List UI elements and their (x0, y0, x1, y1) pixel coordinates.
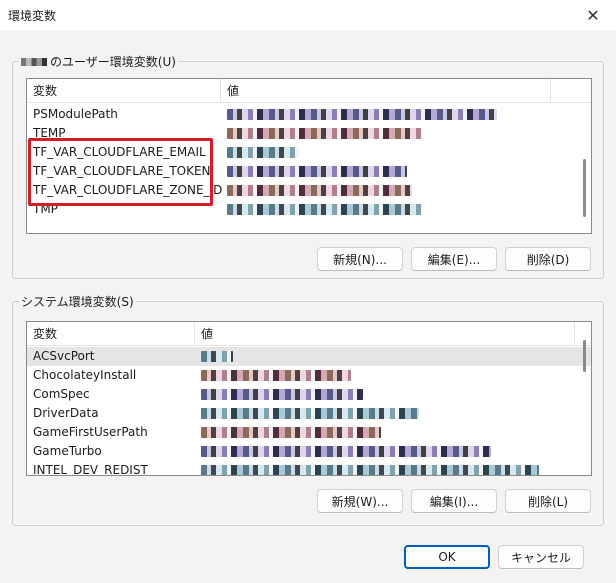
system-variables-list[interactable]: 変数 値 ACSvcPort ChocolateyInstall ComSpec… (26, 321, 592, 476)
close-icon: ✕ (586, 5, 600, 25)
system-delete-button[interactable]: 削除(L) (505, 489, 591, 513)
variable-value-redacted (201, 446, 491, 457)
user-variables-label-text: のユーザー環境変数(U) (50, 55, 176, 69)
user-list-scrollbar[interactable] (577, 79, 591, 233)
variable-name: GameTurbo (33, 444, 102, 458)
variable-name: ComSpec (33, 387, 90, 401)
variable-value-redacted (201, 351, 233, 362)
ok-button[interactable]: OK (404, 545, 490, 569)
list-item[interactable]: GameFirstUserPath (27, 423, 591, 442)
variable-name: ChocolateyInstall (33, 368, 137, 382)
variable-name: GameFirstUserPath (33, 425, 148, 439)
user-column-header-value[interactable]: 値 (221, 79, 551, 103)
username-redacted (21, 57, 47, 66)
system-column-header-value[interactable]: 値 (195, 322, 575, 346)
system-list-scrollbar[interactable] (577, 322, 591, 475)
user-new-button[interactable]: 新規(N)... (317, 247, 403, 271)
system-list-scroll-thumb[interactable] (583, 340, 586, 372)
window-title: 環境変数 (8, 8, 57, 23)
user-edit-button[interactable]: 編集(E)... (411, 247, 497, 271)
variable-value-redacted (201, 427, 381, 438)
variable-value-redacted (201, 408, 419, 419)
user-list-scroll-thumb[interactable] (583, 159, 586, 217)
variable-name: PSModulePath (33, 107, 118, 121)
system-column-header-variable[interactable]: 変数 (27, 322, 195, 346)
user-delete-button[interactable]: 削除(D) (505, 247, 591, 271)
list-item[interactable]: ComSpec (27, 385, 591, 404)
system-list-header: 変数 値 (27, 322, 591, 346)
variable-name: INTEL_DEV_REDIST (33, 463, 148, 476)
user-variables-group: のユーザー環境変数(U) 変数 値 PSModulePath TEMP TF_V… (12, 53, 604, 279)
list-item[interactable]: DriverData (27, 404, 591, 423)
variable-value-redacted (201, 370, 351, 381)
variable-name: ACSvcPort (33, 349, 95, 363)
system-new-button[interactable]: 新規(W)... (317, 489, 403, 513)
list-item[interactable]: PSModulePath (27, 105, 591, 124)
close-button[interactable]: ✕ (570, 0, 616, 30)
environment-variables-dialog: 環境変数 ✕ のユーザー環境変数(U) 変数 値 PSModulePath TE… (0, 0, 616, 583)
highlight-box (28, 138, 213, 206)
list-item[interactable]: INTEL_DEV_REDIST (27, 461, 591, 476)
user-column-header-variable[interactable]: 変数 (27, 79, 221, 103)
user-list-header: 変数 値 (27, 79, 591, 103)
variable-value-redacted (227, 147, 299, 158)
variable-value-redacted (227, 204, 422, 215)
variable-value-redacted (201, 465, 539, 475)
system-variables-group: システム環境変数(S) 変数 値 ACSvcPort ChocolateyIns… (12, 293, 604, 526)
variable-value-redacted (227, 166, 407, 177)
cancel-button[interactable]: キャンセル (498, 545, 584, 569)
title-bar: 環境変数 ✕ (0, 0, 616, 30)
variable-value-redacted (227, 109, 497, 120)
variable-name: DriverData (33, 406, 99, 420)
variable-value-redacted (201, 389, 363, 400)
user-variables-group-label: のユーザー環境変数(U) (19, 53, 178, 70)
system-variables-label-text: システム環境変数(S) (21, 295, 134, 309)
variable-value-redacted (227, 128, 422, 139)
variable-value-redacted (227, 185, 412, 196)
list-item-selected[interactable]: ACSvcPort (27, 347, 591, 366)
list-item[interactable]: ChocolateyInstall (27, 366, 591, 385)
system-variables-group-label: システム環境変数(S) (19, 293, 136, 310)
system-edit-button[interactable]: 編集(I)... (411, 489, 497, 513)
list-item[interactable]: GameTurbo (27, 442, 591, 461)
